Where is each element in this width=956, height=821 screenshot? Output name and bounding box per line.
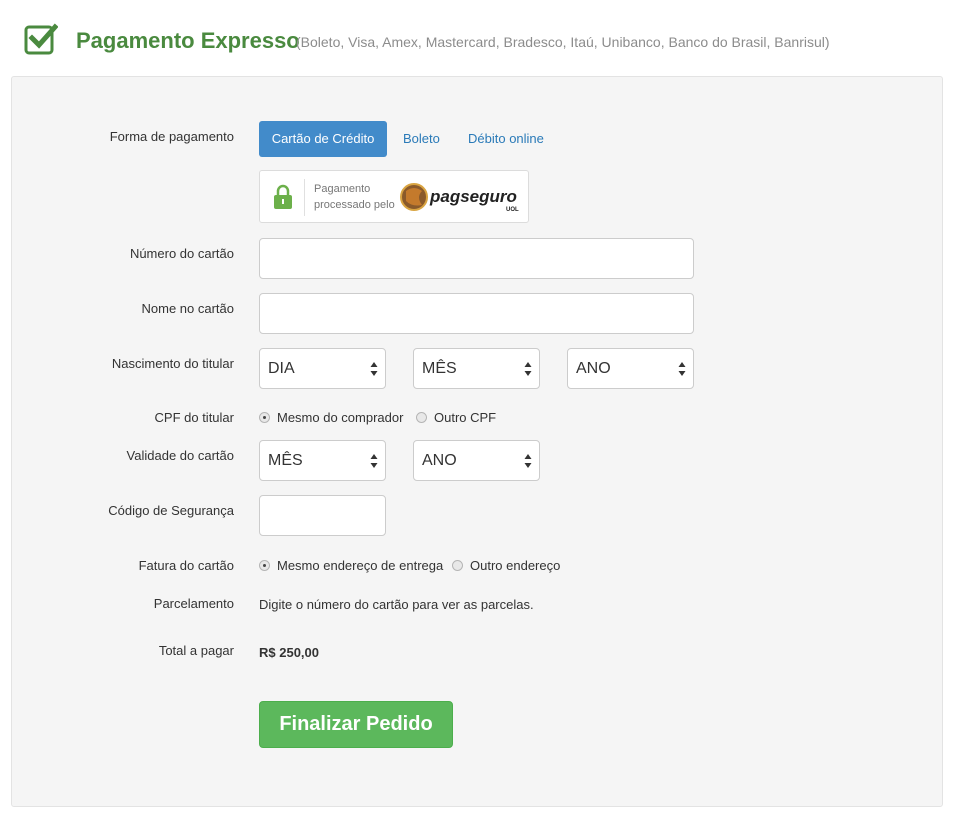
- card-name-input[interactable]: [259, 293, 694, 334]
- installments-text: Digite o número do cartão para ver as pa…: [259, 597, 534, 612]
- birth-day-value: DIA: [268, 360, 295, 377]
- card-number-label: Número do cartão: [129, 246, 234, 261]
- uol-logo-text: UOL: [506, 207, 519, 213]
- validity-month-select[interactable]: MÊS: [259, 440, 386, 481]
- validity-label: Validade do cartão: [126, 448, 234, 463]
- cpf-radio-group: Mesmo do comprador Outro CPF: [259, 410, 519, 426]
- total-label: Total a pagar: [158, 643, 234, 658]
- pagseguro-badge: Pagamento processado pelo pagseguro UOL: [259, 170, 529, 223]
- billing-same-radio[interactable]: [259, 560, 270, 571]
- validity-year-value: ANO: [422, 452, 457, 469]
- birth-date-label: Nascimento do titular: [111, 356, 234, 371]
- badge-divider: [304, 179, 305, 216]
- security-code-label: Código de Segurança: [108, 503, 234, 518]
- page-subtitle: (Boleto, Visa, Amex, Mastercard, Bradesc…: [296, 34, 830, 50]
- billing-other-radio[interactable]: [452, 560, 463, 571]
- updown-arrows-icon: [370, 454, 378, 468]
- validity-month-value: MÊS: [268, 452, 303, 469]
- lock-icon: [274, 184, 292, 209]
- installments-label: Parcelamento: [153, 596, 234, 611]
- payment-method-label: Forma de pagamento: [109, 129, 234, 144]
- card-name-label: Nome no cartão: [141, 301, 235, 316]
- total-value: R$ 250,00: [259, 645, 319, 660]
- page-title: Pagamento Expresso: [76, 28, 300, 53]
- card-number-input[interactable]: [259, 238, 694, 279]
- tab-credit-card[interactable]: Cartão de Crédito: [259, 121, 387, 157]
- check-square-icon: [24, 23, 58, 55]
- finish-order-button[interactable]: Finalizar Pedido: [259, 701, 453, 748]
- billing-same-label[interactable]: Mesmo endereço de entrega: [277, 558, 443, 573]
- updown-arrows-icon: [678, 362, 686, 376]
- billing-radio-group: Mesmo endereço de entrega Outro endereço: [259, 558, 579, 574]
- processed-by-text: Pagamento processado pelo: [314, 183, 395, 211]
- pagseguro-logo: pagseguro UOL: [400, 183, 519, 213]
- cpf-same-label[interactable]: Mesmo do comprador: [277, 410, 403, 425]
- birth-month-select[interactable]: MÊS: [413, 348, 540, 389]
- updown-arrows-icon: [524, 362, 532, 376]
- updown-arrows-icon: [370, 362, 378, 376]
- billing-label: Fatura do cartão: [138, 558, 234, 573]
- pagseguro-logo-text: pagseguro: [429, 187, 517, 206]
- updown-arrows-icon: [524, 454, 532, 468]
- cpf-other-label[interactable]: Outro CPF: [434, 410, 496, 425]
- tab-boleto[interactable]: Boleto: [403, 121, 440, 157]
- security-code-input[interactable]: [259, 495, 386, 536]
- billing-other-label[interactable]: Outro endereço: [470, 558, 560, 573]
- validity-year-select[interactable]: ANO: [413, 440, 540, 481]
- cpf-other-radio[interactable]: [416, 412, 427, 423]
- birth-year-select[interactable]: ANO: [567, 348, 694, 389]
- cpf-same-radio[interactable]: [259, 412, 270, 423]
- cpf-label: CPF do titular: [154, 410, 234, 425]
- birth-year-value: ANO: [576, 360, 611, 377]
- birth-month-value: MÊS: [422, 360, 457, 377]
- birth-day-select[interactable]: DIA: [259, 348, 386, 389]
- tab-debito-online[interactable]: Débito online: [468, 121, 544, 157]
- page-header: Pagamento Expresso (Boleto, Visa, Amex, …: [24, 22, 944, 56]
